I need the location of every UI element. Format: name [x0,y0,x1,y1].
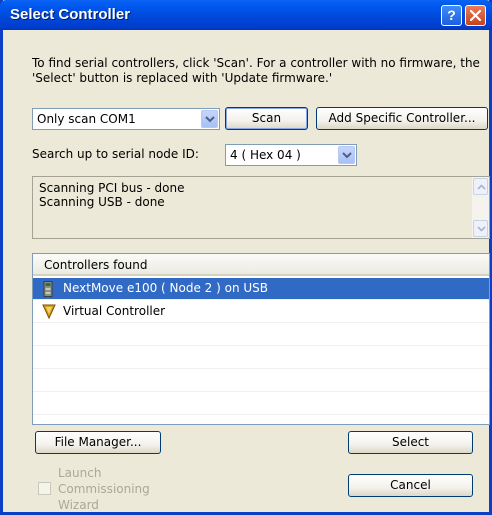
list-row-empty [33,370,489,392]
instructions-text: To find serial controllers, click 'Scan'… [32,56,480,85]
launch-wizard-label: Launch Commissioning Wizard [58,466,150,512]
select-controller-dialog: Select Controller ? To find serial contr… [0,0,492,515]
node-id-value: 4 ( Hex 04 ) [230,148,301,162]
help-icon: ? [447,7,456,23]
list-item[interactable]: NextMove e100 ( Node 2 ) on USB [33,278,489,300]
close-icon [470,10,481,21]
node-id-dropdown[interactable]: 4 ( Hex 04 ) [225,144,357,166]
chevron-down-icon [477,226,486,232]
controllers-list[interactable]: Controllers found NextMove e100 ( Node 2… [32,253,490,425]
scan-button[interactable]: Scan [225,107,308,130]
close-button[interactable] [465,5,486,26]
list-item[interactable]: Virtual Controller [33,301,489,323]
controller-label: Virtual Controller [63,304,166,318]
controllers-list-header[interactable]: Controllers found [33,254,489,276]
list-row-empty [33,393,489,415]
select-button[interactable]: Select [348,431,473,454]
column-header-controllers: Controllers found [44,258,148,272]
add-specific-controller-button[interactable]: Add Specific Controller... [316,107,488,130]
help-button[interactable]: ? [441,5,462,26]
scan-mode-dropdown[interactable]: Only scan COM1 [32,108,220,130]
scroll-down-button[interactable] [473,220,488,237]
chevron-up-icon [477,184,486,190]
status-line: Scanning USB - done [39,195,165,209]
virtual-controller-icon [42,304,56,323]
list-row-empty [33,324,489,346]
node-id-dropdown-button[interactable] [338,146,355,164]
scroll-up-button[interactable] [473,178,488,195]
title-bar[interactable]: Select Controller ? [0,0,492,30]
file-manager-button[interactable]: File Manager... [35,431,161,454]
controller-board-icon [42,281,55,300]
scan-mode-dropdown-button[interactable] [201,110,218,128]
cancel-button[interactable]: Cancel [348,474,473,497]
status-line: Scanning PCI bus - done [39,181,185,195]
scan-status-log: Scanning PCI bus - done Scanning USB - d… [32,176,490,239]
node-id-label: Search up to serial node ID: [32,147,199,161]
controller-label: NextMove e100 ( Node 2 ) on USB [63,281,269,295]
status-scrollbar[interactable] [472,177,489,238]
window-title: Select Controller [10,6,131,23]
launch-wizard-checkbox[interactable] [38,482,51,495]
scan-mode-value: Only scan COM1 [37,112,136,126]
list-row-empty [33,347,489,369]
chevron-down-icon [342,152,352,159]
chevron-down-icon [205,116,215,123]
